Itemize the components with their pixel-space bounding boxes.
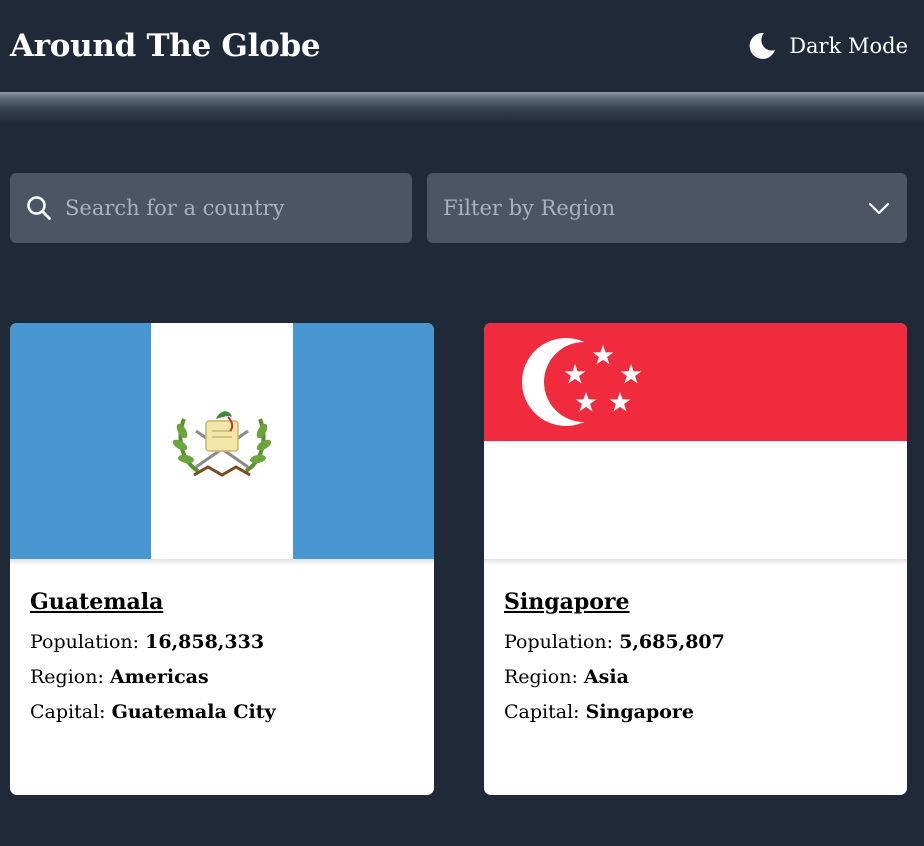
app-header: Around The Globe Dark Mode <box>0 0 924 92</box>
population-value: 16,858,333 <box>145 631 265 653</box>
capital-row: Capital: Guatemala City <box>30 695 414 730</box>
country-card-guatemala[interactable]: Guatemala Population: 16,858,333 Region:… <box>10 323 434 795</box>
app-title: Around The Globe <box>10 28 321 64</box>
capital-row: Capital: Singapore <box>504 695 887 730</box>
region-value: Asia <box>583 666 629 688</box>
country-name-link[interactable]: Guatemala <box>30 589 163 615</box>
region-row: Region: Americas <box>30 660 414 695</box>
capital-label: Capital: <box>504 701 586 723</box>
singapore-flag-image <box>484 323 907 559</box>
region-row: Region: Asia <box>504 660 887 695</box>
region-value: Americas <box>109 666 209 688</box>
chevron-down-icon <box>868 202 890 215</box>
card-body: Guatemala Population: 16,858,333 Region:… <box>10 565 434 730</box>
capital-label: Capital: <box>30 701 112 723</box>
region-filter-label: Filter by Region <box>443 196 616 220</box>
dark-mode-toggle[interactable]: Dark Mode <box>747 31 908 61</box>
capital-value: Singapore <box>585 701 694 723</box>
population-label: Population: <box>30 631 146 653</box>
search-box[interactable] <box>10 173 412 243</box>
country-name-link[interactable]: Singapore <box>504 589 630 615</box>
controls-bar: Filter by Region <box>10 173 907 243</box>
header-shadow <box>0 92 924 124</box>
dark-mode-label: Dark Mode <box>789 34 908 58</box>
country-card-singapore[interactable]: Singapore Population: 5,685,807 Region: … <box>484 323 907 795</box>
population-row: Population: 5,685,807 <box>504 625 887 660</box>
region-filter-dropdown[interactable]: Filter by Region <box>427 173 907 243</box>
population-value: 5,685,807 <box>619 631 725 653</box>
region-label: Region: <box>504 666 584 688</box>
population-row: Population: 16,858,333 <box>30 625 414 660</box>
population-label: Population: <box>504 631 620 653</box>
card-body: Singapore Population: 5,685,807 Region: … <box>484 565 907 730</box>
moon-icon <box>749 32 776 59</box>
guatemala-flag-image <box>10 323 434 559</box>
region-label: Region: <box>30 666 110 688</box>
search-input[interactable] <box>65 196 395 220</box>
capital-value: Guatemala City <box>111 701 276 723</box>
search-icon <box>27 196 51 220</box>
